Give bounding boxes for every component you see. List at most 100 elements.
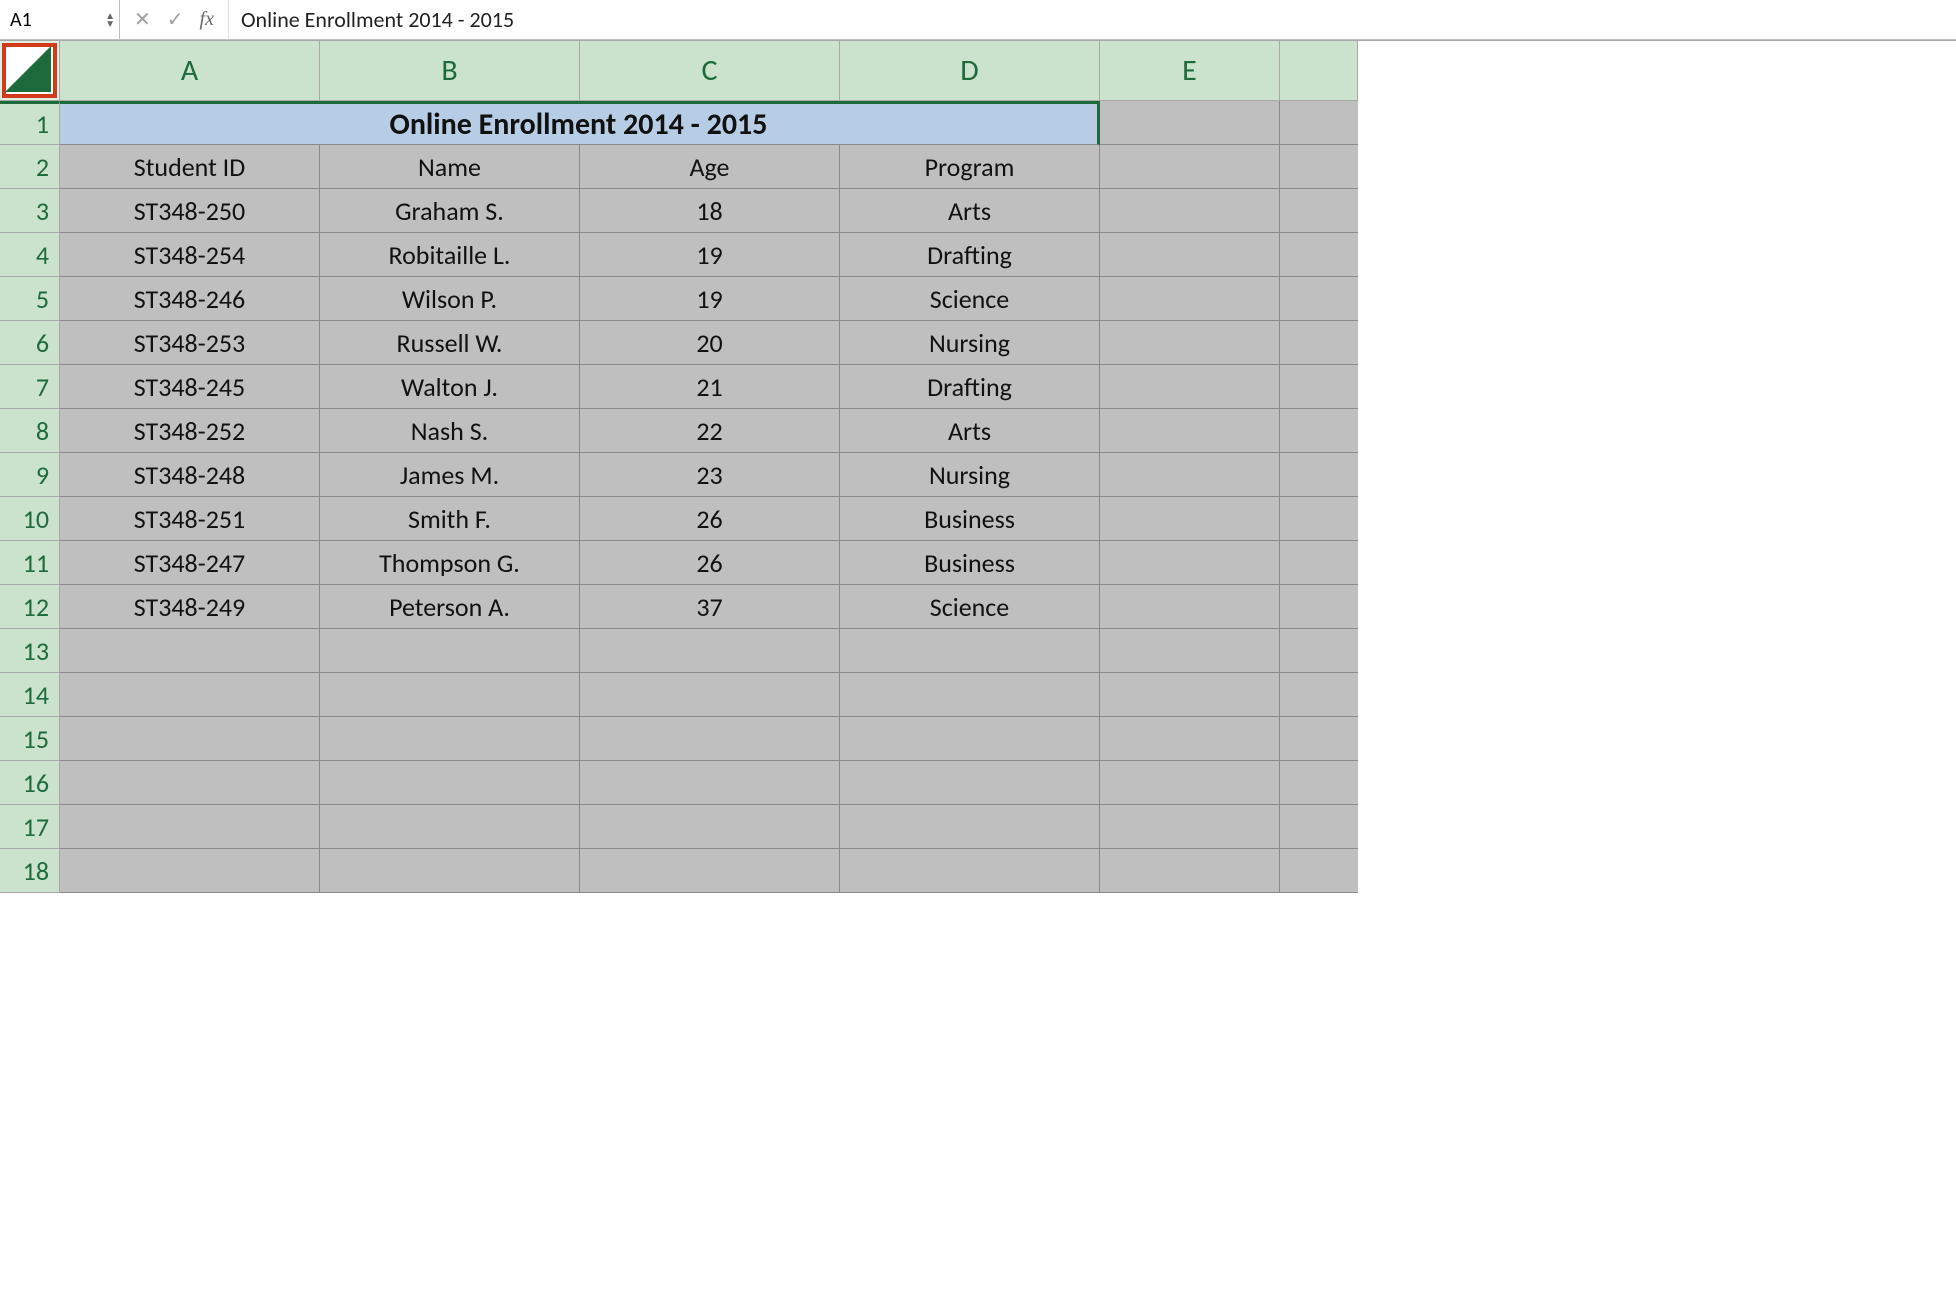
cell-empty[interactable] [1280,233,1358,277]
cell-empty[interactable] [1280,453,1358,497]
table-cell[interactable]: Science [840,277,1100,321]
cell-empty[interactable] [1280,497,1358,541]
cell-empty[interactable] [1280,189,1358,233]
cell-empty[interactable] [1100,717,1280,761]
cell-e2[interactable] [1100,145,1280,189]
column-header-c[interactable]: C [580,41,840,101]
table-cell[interactable]: ST348-253 [60,321,320,365]
table-cell[interactable]: Robitaille L. [320,233,580,277]
table-cell[interactable]: Peterson A. [320,585,580,629]
table-cell[interactable]: 19 [580,277,840,321]
cell-empty[interactable] [1100,409,1280,453]
table-cell[interactable]: ST348-248 [60,453,320,497]
cell-empty[interactable] [1100,541,1280,585]
cell-empty[interactable] [1280,673,1358,717]
table-cell[interactable]: ST348-252 [60,409,320,453]
enter-icon[interactable]: ✓ [167,7,184,32]
cell-empty[interactable] [320,673,580,717]
table-cell[interactable]: 26 [580,541,840,585]
cancel-icon[interactable]: ✕ [134,7,151,32]
column-header-e[interactable]: E [1100,41,1280,101]
column-header-a[interactable]: A [60,41,320,101]
table-cell[interactable]: Russell W. [320,321,580,365]
row-header-14[interactable]: 14 [0,673,60,717]
header-student-id[interactable]: Student ID [60,145,320,189]
cell-empty[interactable] [1100,629,1280,673]
row-header-10[interactable]: 10 [0,497,60,541]
cell-empty[interactable] [1100,365,1280,409]
formula-input[interactable]: Online Enrollment 2014 - 2015 [229,0,1956,39]
table-cell[interactable]: Drafting [840,233,1100,277]
table-cell[interactable]: Graham S. [320,189,580,233]
table-cell[interactable]: Nash S. [320,409,580,453]
cell-empty[interactable] [1280,585,1358,629]
column-header-d[interactable]: D [840,41,1100,101]
table-cell[interactable]: Nursing [840,321,1100,365]
table-cell[interactable]: Thompson G. [320,541,580,585]
row-header-11[interactable]: 11 [0,541,60,585]
cell-empty[interactable] [320,849,580,893]
cell-empty[interactable] [1100,585,1280,629]
row-header-2[interactable]: 2 [0,145,60,189]
cell-empty[interactable] [60,849,320,893]
table-cell[interactable]: Science [840,585,1100,629]
row-header-9[interactable]: 9 [0,453,60,497]
table-cell[interactable]: 22 [580,409,840,453]
fx-icon[interactable]: fx [200,8,214,31]
row-header-16[interactable]: 16 [0,761,60,805]
cell-empty[interactable] [580,717,840,761]
table-cell[interactable]: Smith F. [320,497,580,541]
cell-empty[interactable] [1280,541,1358,585]
cell-empty[interactable] [840,761,1100,805]
row-header-8[interactable]: 8 [0,409,60,453]
cell-empty[interactable] [320,805,580,849]
table-cell[interactable]: ST348-251 [60,497,320,541]
row-header-3[interactable]: 3 [0,189,60,233]
row-header-1[interactable]: 1 [0,101,60,145]
select-all-corner[interactable] [0,41,60,101]
cell-empty[interactable] [1280,849,1358,893]
cell-empty[interactable] [1100,277,1280,321]
cell-empty[interactable] [1280,761,1358,805]
table-cell[interactable]: Drafting [840,365,1100,409]
table-cell[interactable]: ST348-249 [60,585,320,629]
row-header-4[interactable]: 4 [0,233,60,277]
cell-empty[interactable] [1100,673,1280,717]
row-header-17[interactable]: 17 [0,805,60,849]
table-cell[interactable]: Business [840,497,1100,541]
table-cell[interactable]: ST348-250 [60,189,320,233]
cell-empty[interactable] [1100,761,1280,805]
cell-empty[interactable] [1100,805,1280,849]
row-header-7[interactable]: 7 [0,365,60,409]
cell-empty[interactable] [320,717,580,761]
table-cell[interactable]: Wilson P. [320,277,580,321]
table-cell[interactable]: Arts [840,189,1100,233]
column-header-next[interactable] [1280,41,1358,101]
cell-f1[interactable] [1280,101,1358,145]
cell-empty[interactable] [1280,321,1358,365]
table-cell[interactable]: ST348-247 [60,541,320,585]
table-cell[interactable]: 21 [580,365,840,409]
cell-empty[interactable] [60,629,320,673]
table-cell[interactable]: 26 [580,497,840,541]
cell-empty[interactable] [1100,233,1280,277]
name-box[interactable]: A1 ▲ ▼ [0,0,120,39]
table-cell[interactable]: Arts [840,409,1100,453]
cell-empty[interactable] [1280,277,1358,321]
cell-empty[interactable] [840,849,1100,893]
table-cell[interactable]: 19 [580,233,840,277]
table-cell[interactable]: Nursing [840,453,1100,497]
cell-empty[interactable] [840,673,1100,717]
cell-empty[interactable] [1100,189,1280,233]
title-cell[interactable]: Online Enrollment 2014 - 2015 [60,101,1100,145]
cell-empty[interactable] [60,761,320,805]
cell-empty[interactable] [320,629,580,673]
row-header-6[interactable]: 6 [0,321,60,365]
row-header-18[interactable]: 18 [0,849,60,893]
cell-empty[interactable] [580,761,840,805]
cell-empty[interactable] [1100,321,1280,365]
cell-empty[interactable] [320,761,580,805]
cell-empty[interactable] [580,849,840,893]
column-header-b[interactable]: B [320,41,580,101]
cell-empty[interactable] [580,673,840,717]
